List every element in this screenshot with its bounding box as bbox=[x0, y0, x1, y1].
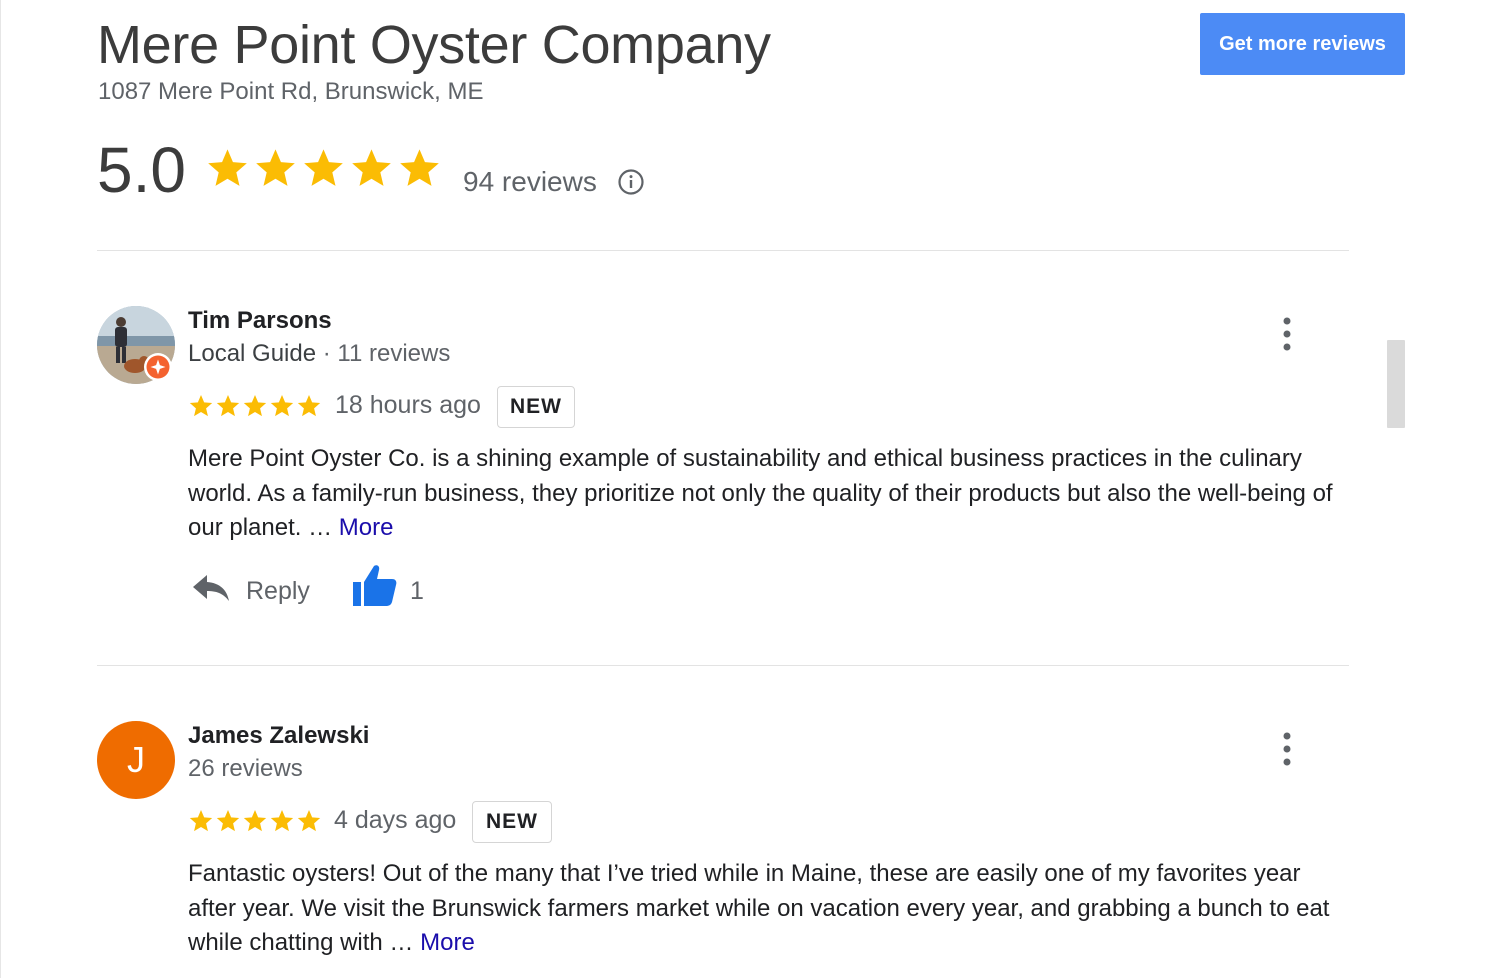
reply-icon[interactable] bbox=[192, 573, 230, 603]
info-icon[interactable] bbox=[617, 168, 645, 196]
business-name: Mere Point Oyster Company bbox=[97, 15, 771, 75]
reviewer-name[interactable]: Tim Parsons bbox=[188, 306, 332, 336]
review-text-body: Fantastic oysters! Out of the many that … bbox=[188, 860, 1330, 956]
review-stars bbox=[188, 393, 322, 418]
star-icon bbox=[270, 809, 294, 832]
new-badge: NEW bbox=[497, 386, 575, 428]
star-icon bbox=[352, 149, 391, 186]
reviewer-review-count: 26 reviews bbox=[188, 755, 303, 782]
star-icon bbox=[256, 149, 295, 186]
star-icon bbox=[297, 394, 321, 417]
divider bbox=[97, 250, 1349, 251]
more-options-icon[interactable] bbox=[1277, 731, 1297, 767]
star-icon bbox=[216, 809, 240, 832]
more-options-icon[interactable] bbox=[1277, 316, 1297, 352]
rating-value: 5.0 bbox=[97, 134, 186, 206]
avatar[interactable]: J bbox=[97, 721, 175, 799]
review-stars bbox=[188, 808, 322, 833]
thumbs-up-icon[interactable] bbox=[352, 564, 398, 608]
review-time: 4 days ago bbox=[334, 806, 457, 834]
star-icon bbox=[216, 394, 240, 417]
review-time: 18 hours ago bbox=[335, 391, 481, 419]
more-link[interactable]: More bbox=[420, 929, 475, 956]
star-icon bbox=[297, 809, 321, 832]
reviewer-meta: Local Guide · 11 reviews bbox=[188, 339, 450, 369]
reviewer-name[interactable]: James Zalewski bbox=[188, 721, 369, 751]
get-more-reviews-button[interactable]: Get more reviews bbox=[1200, 13, 1405, 75]
page-left-border bbox=[0, 0, 1, 978]
review-text: Fantastic oysters! Out of the many that … bbox=[188, 857, 1348, 961]
like-count: 1 bbox=[410, 577, 424, 605]
reviewer-review-count: 11 reviews bbox=[337, 340, 451, 367]
star-icon bbox=[270, 394, 294, 417]
star-icon bbox=[243, 394, 267, 417]
local-guide-label: Local Guide bbox=[188, 340, 317, 367]
star-icon bbox=[400, 149, 439, 186]
star-icon bbox=[243, 809, 267, 832]
meta-separator: · bbox=[316, 340, 338, 367]
local-guide-badge-icon bbox=[144, 353, 172, 381]
scrollbar-thumb[interactable] bbox=[1387, 340, 1405, 428]
star-icon bbox=[189, 809, 213, 832]
business-address: 1087 Mere Point Rd, Brunswick, ME bbox=[98, 78, 484, 105]
more-link[interactable]: More bbox=[339, 514, 394, 541]
star-icon bbox=[208, 149, 247, 186]
rating-stars bbox=[205, 144, 442, 191]
star-icon bbox=[304, 149, 343, 186]
divider bbox=[97, 665, 1349, 666]
new-badge: NEW bbox=[472, 801, 552, 843]
reply-button[interactable]: Reply bbox=[246, 575, 310, 607]
review-text: Mere Point Oyster Co. is a shining examp… bbox=[188, 442, 1348, 546]
star-icon bbox=[189, 394, 213, 417]
review-count: 94 reviews bbox=[463, 166, 597, 197]
